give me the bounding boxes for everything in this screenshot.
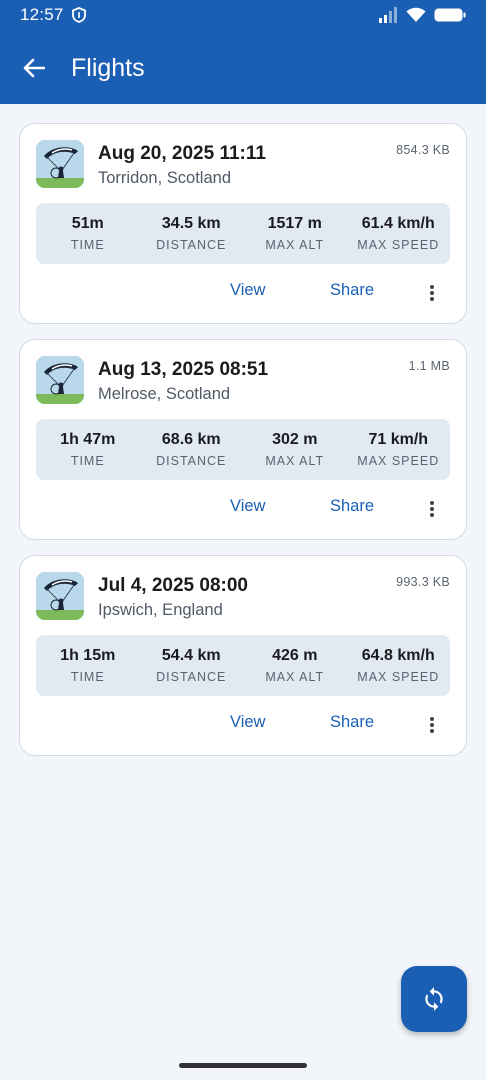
stat-value: 51m	[71, 215, 104, 232]
card-actions: View Share	[20, 713, 466, 737]
stat-label: DISTANCE	[156, 454, 227, 468]
shield-icon	[71, 7, 86, 23]
stat-time: 1h 15m TIME	[36, 635, 140, 696]
stat-max-speed: 64.8 km/h MAX SPEED	[347, 635, 451, 696]
stat-label: MAX ALT	[265, 454, 325, 468]
stat-value: 34.5 km	[161, 215, 221, 232]
stat-value: 426 m	[272, 647, 318, 664]
flight-date: Jul 4, 2025 08:00	[98, 575, 248, 596]
flight-stats: 51m TIME 34.5 km DISTANCE 1517 m MAX ALT…	[36, 203, 450, 264]
stat-label: MAX ALT	[265, 238, 325, 252]
more-button[interactable]	[424, 713, 440, 737]
stat-label: TIME	[70, 454, 105, 468]
stat-max-speed: 61.4 km/h MAX SPEED	[347, 203, 451, 264]
file-size: 854.3 KB	[396, 143, 450, 157]
view-button[interactable]: View	[230, 497, 265, 516]
stat-max-alt: 302 m MAX ALT	[243, 419, 347, 480]
stat-label: TIME	[70, 670, 105, 684]
paramotor-icon	[36, 356, 84, 404]
more-button[interactable]	[424, 497, 440, 521]
file-size: 1.1 MB	[408, 359, 450, 373]
paramotor-icon	[36, 572, 84, 620]
page-title: Flights	[71, 53, 145, 82]
more-vert-icon	[430, 285, 434, 301]
stat-value: 302 m	[272, 431, 318, 448]
stat-label: DISTANCE	[156, 670, 227, 684]
flight-location: Melrose, Scotland	[98, 385, 231, 403]
back-button[interactable]	[19, 53, 49, 83]
status-icons	[378, 7, 466, 23]
more-vert-icon	[430, 501, 434, 517]
stat-time: 51m TIME	[36, 203, 140, 264]
stat-distance: 34.5 km DISTANCE	[140, 203, 244, 264]
flight-date: Aug 20, 2025 11:11	[98, 143, 266, 164]
stat-label: DISTANCE	[156, 238, 227, 252]
file-size: 993.3 KB	[396, 575, 450, 589]
stat-max-speed: 71 km/h MAX SPEED	[347, 419, 451, 480]
stat-value: 1517 m	[267, 215, 322, 232]
share-button[interactable]: Share	[330, 281, 374, 300]
stat-value: 1h 47m	[60, 431, 116, 448]
more-button[interactable]	[424, 281, 440, 305]
status-time: 12:57	[20, 5, 64, 24]
flight-date: Aug 13, 2025 08:51	[98, 359, 269, 380]
stat-label: MAX SPEED	[357, 670, 440, 684]
stat-value: 54.4 km	[161, 647, 221, 664]
flight-card[interactable]: Jul 4, 2025 08:00 Ipswich, England 993.3…	[19, 555, 467, 756]
view-button[interactable]: View	[230, 281, 265, 300]
stat-max-alt: 426 m MAX ALT	[243, 635, 347, 696]
flight-list: Aug 20, 2025 11:11 Torridon, Scotland 85…	[19, 123, 467, 771]
card-actions: View Share	[20, 497, 466, 521]
wifi-icon	[406, 7, 426, 22]
sync-button[interactable]	[401, 966, 467, 1032]
view-button[interactable]: View	[230, 713, 265, 732]
share-button[interactable]: Share	[330, 497, 374, 516]
stat-value: 61.4 km/h	[361, 215, 435, 232]
more-vert-icon	[430, 717, 434, 733]
stat-distance: 68.6 km DISTANCE	[140, 419, 244, 480]
stat-label: MAX ALT	[265, 670, 325, 684]
battery-icon	[434, 8, 466, 22]
sync-icon	[425, 987, 443, 1011]
stat-time: 1h 47m TIME	[36, 419, 140, 480]
status-bar: 12:57	[0, 0, 486, 30]
stat-value: 68.6 km	[161, 431, 221, 448]
flight-location: Ipswich, England	[98, 601, 223, 619]
paramotor-icon	[36, 140, 84, 188]
home-indicator[interactable]	[179, 1063, 307, 1068]
stat-max-alt: 1517 m MAX ALT	[243, 203, 347, 264]
app-bar: 12:57 Flights	[0, 0, 486, 104]
stat-label: MAX SPEED	[357, 454, 440, 468]
stat-value: 1h 15m	[60, 647, 116, 664]
card-actions: View Share	[20, 281, 466, 305]
stat-value: 71 km/h	[368, 431, 429, 448]
flight-card[interactable]: Aug 13, 2025 08:51 Melrose, Scotland 1.1…	[19, 339, 467, 540]
flight-stats: 1h 47m TIME 68.6 km DISTANCE 302 m MAX A…	[36, 419, 450, 480]
flight-card[interactable]: Aug 20, 2025 11:11 Torridon, Scotland 85…	[19, 123, 467, 324]
toolbar: Flights	[0, 40, 486, 96]
signal-icon	[379, 7, 397, 23]
flight-stats: 1h 15m TIME 54.4 km DISTANCE 426 m MAX A…	[36, 635, 450, 696]
stat-distance: 54.4 km DISTANCE	[140, 635, 244, 696]
share-button[interactable]: Share	[330, 713, 374, 732]
stat-label: TIME	[70, 238, 105, 252]
flight-location: Torridon, Scotland	[98, 169, 231, 187]
arrow-left-icon	[23, 58, 45, 78]
stat-value: 64.8 km/h	[361, 647, 435, 664]
stat-label: MAX SPEED	[357, 238, 440, 252]
